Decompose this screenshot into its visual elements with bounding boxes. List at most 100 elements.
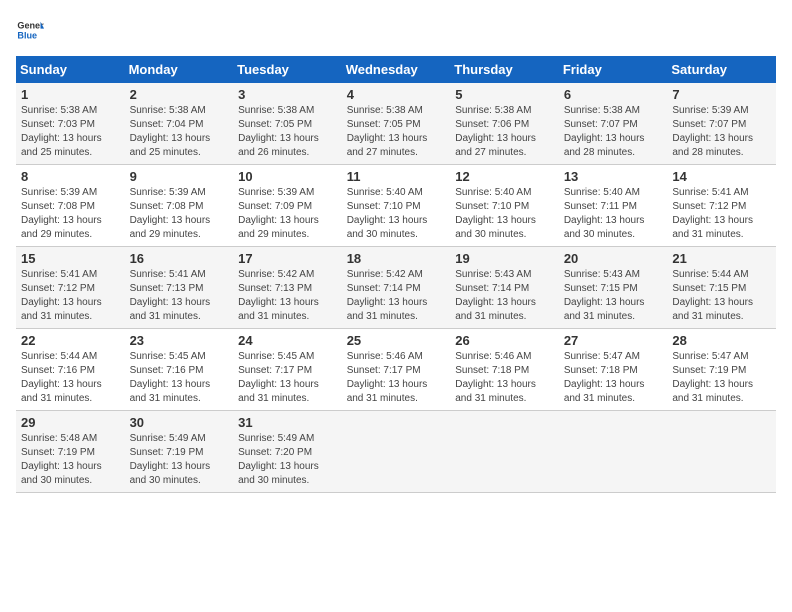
calendar-cell: 27 Sunrise: 5:47 AMSunset: 7:18 PMDayligh… (559, 329, 668, 411)
day-number: 9 (130, 169, 229, 184)
day-info: Sunrise: 5:49 AMSunset: 7:19 PMDaylight:… (130, 432, 229, 488)
day-info: Sunrise: 5:45 AMSunset: 7:17 PMDaylight:… (238, 350, 337, 406)
day-number: 18 (347, 251, 446, 266)
day-number: 26 (455, 333, 554, 348)
day-info: Sunrise: 5:38 AMSunset: 7:07 PMDaylight:… (564, 104, 663, 160)
day-info: Sunrise: 5:41 AMSunset: 7:12 PMDaylight:… (672, 186, 771, 242)
calendar-cell: 12 Sunrise: 5:40 AMSunset: 7:10 PMDayligh… (450, 165, 559, 247)
calendar-cell: 31Sunrise: 5:49 AMSunset: 7:20 PMDayligh… (233, 411, 342, 493)
day-info: Sunrise: 5:38 AMSunset: 7:03 PMDaylight:… (21, 104, 120, 160)
day-info: Sunrise: 5:41 AMSunset: 7:12 PMDaylight:… (21, 268, 120, 324)
svg-text:Blue: Blue (17, 30, 37, 40)
day-number: 22 (21, 333, 120, 348)
calendar-cell: 11 Sunrise: 5:40 AMSunset: 7:10 PMDayligh… (342, 165, 451, 247)
svg-text:General: General (17, 21, 44, 31)
day-number: 19 (455, 251, 554, 266)
day-number: 3 (238, 87, 337, 102)
weekday-header-row: SundayMondayTuesdayWednesdayThursdayFrid… (16, 56, 776, 83)
day-number: 8 (21, 169, 120, 184)
day-number: 27 (564, 333, 663, 348)
day-number: 25 (347, 333, 446, 348)
day-info: Sunrise: 5:44 AMSunset: 7:16 PMDaylight:… (21, 350, 120, 406)
page-container: General Blue SundayMondayTuesdayWednesda… (16, 16, 776, 493)
day-info: Sunrise: 5:39 AMSunset: 7:09 PMDaylight:… (238, 186, 337, 242)
calendar-cell: 29Sunrise: 5:48 AMSunset: 7:19 PMDayligh… (16, 411, 125, 493)
day-info: Sunrise: 5:42 AMSunset: 7:13 PMDaylight:… (238, 268, 337, 324)
day-number: 21 (672, 251, 771, 266)
calendar-cell (667, 411, 776, 493)
calendar-cell: 28Sunrise: 5:47 AMSunset: 7:19 PMDayligh… (667, 329, 776, 411)
weekday-header-sunday: Sunday (16, 56, 125, 83)
day-info: Sunrise: 5:40 AMSunset: 7:10 PMDaylight:… (347, 186, 446, 242)
day-info: Sunrise: 5:45 AMSunset: 7:16 PMDaylight:… (130, 350, 229, 406)
calendar-cell: 16 Sunrise: 5:41 AMSunset: 7:13 PMDayligh… (125, 247, 234, 329)
week-row-3: 15Sunrise: 5:41 AMSunset: 7:12 PMDayligh… (16, 247, 776, 329)
day-number: 23 (130, 333, 229, 348)
day-number: 2 (130, 87, 229, 102)
day-info: Sunrise: 5:41 AMSunset: 7:13 PMDaylight:… (130, 268, 229, 324)
logo: General Blue (16, 16, 44, 44)
day-number: 7 (672, 87, 771, 102)
day-info: Sunrise: 5:46 AMSunset: 7:18 PMDaylight:… (455, 350, 554, 406)
calendar-cell: 1 Sunrise: 5:38 AMSunset: 7:03 PMDaylight… (16, 83, 125, 165)
calendar-cell: 6 Sunrise: 5:38 AMSunset: 7:07 PMDaylight… (559, 83, 668, 165)
day-info: Sunrise: 5:47 AMSunset: 7:18 PMDaylight:… (564, 350, 663, 406)
day-number: 11 (347, 169, 446, 184)
day-info: Sunrise: 5:42 AMSunset: 7:14 PMDaylight:… (347, 268, 446, 324)
calendar-cell: 21Sunrise: 5:44 AMSunset: 7:15 PMDayligh… (667, 247, 776, 329)
day-number: 20 (564, 251, 663, 266)
day-info: Sunrise: 5:43 AMSunset: 7:14 PMDaylight:… (455, 268, 554, 324)
weekday-header-tuesday: Tuesday (233, 56, 342, 83)
day-info: Sunrise: 5:39 AMSunset: 7:08 PMDaylight:… (21, 186, 120, 242)
day-info: Sunrise: 5:47 AMSunset: 7:19 PMDaylight:… (672, 350, 771, 406)
weekday-header-monday: Monday (125, 56, 234, 83)
calendar-cell: 5Sunrise: 5:38 AMSunset: 7:06 PMDaylight… (450, 83, 559, 165)
calendar-cell: 25 Sunrise: 5:46 AMSunset: 7:17 PMDayligh… (342, 329, 451, 411)
day-info: Sunrise: 5:43 AMSunset: 7:15 PMDaylight:… (564, 268, 663, 324)
day-number: 4 (347, 87, 446, 102)
day-info: Sunrise: 5:38 AMSunset: 7:04 PMDaylight:… (130, 104, 229, 160)
day-number: 30 (130, 415, 229, 430)
weekday-header-thursday: Thursday (450, 56, 559, 83)
day-info: Sunrise: 5:38 AMSunset: 7:05 PMDaylight:… (347, 104, 446, 160)
calendar-cell: 10Sunrise: 5:39 AMSunset: 7:09 PMDayligh… (233, 165, 342, 247)
week-row-2: 8 Sunrise: 5:39 AMSunset: 7:08 PMDaylight… (16, 165, 776, 247)
day-info: Sunrise: 5:48 AMSunset: 7:19 PMDaylight:… (21, 432, 120, 488)
calendar-cell: 13 Sunrise: 5:40 AMSunset: 7:11 PMDayligh… (559, 165, 668, 247)
calendar-cell: 9Sunrise: 5:39 AMSunset: 7:08 PMDaylight… (125, 165, 234, 247)
week-row-5: 29Sunrise: 5:48 AMSunset: 7:19 PMDayligh… (16, 411, 776, 493)
day-number: 16 (130, 251, 229, 266)
day-number: 6 (564, 87, 663, 102)
calendar-cell: 20 Sunrise: 5:43 AMSunset: 7:15 PMDayligh… (559, 247, 668, 329)
weekday-header-saturday: Saturday (667, 56, 776, 83)
calendar-cell: 23 Sunrise: 5:45 AMSunset: 7:16 PMDayligh… (125, 329, 234, 411)
calendar-cell: 24 Sunrise: 5:45 AMSunset: 7:17 PMDayligh… (233, 329, 342, 411)
day-info: Sunrise: 5:46 AMSunset: 7:17 PMDaylight:… (347, 350, 446, 406)
day-info: Sunrise: 5:38 AMSunset: 7:06 PMDaylight:… (455, 104, 554, 160)
calendar-cell: 4 Sunrise: 5:38 AMSunset: 7:05 PMDaylight… (342, 83, 451, 165)
calendar-cell: 22 Sunrise: 5:44 AMSunset: 7:16 PMDayligh… (16, 329, 125, 411)
weekday-header-wednesday: Wednesday (342, 56, 451, 83)
day-info: Sunrise: 5:38 AMSunset: 7:05 PMDaylight:… (238, 104, 337, 160)
day-number: 14 (672, 169, 771, 184)
week-row-4: 22 Sunrise: 5:44 AMSunset: 7:16 PMDayligh… (16, 329, 776, 411)
day-info: Sunrise: 5:39 AMSunset: 7:07 PMDaylight:… (672, 104, 771, 160)
day-info: Sunrise: 5:40 AMSunset: 7:10 PMDaylight:… (455, 186, 554, 242)
calendar-cell: 3 Sunrise: 5:38 AMSunset: 7:05 PMDaylight… (233, 83, 342, 165)
day-number: 17 (238, 251, 337, 266)
day-number: 12 (455, 169, 554, 184)
calendar-cell (450, 411, 559, 493)
day-number: 31 (238, 415, 337, 430)
calendar-cell: 14 Sunrise: 5:41 AMSunset: 7:12 PMDayligh… (667, 165, 776, 247)
day-number: 1 (21, 87, 120, 102)
day-number: 13 (564, 169, 663, 184)
week-row-1: 1 Sunrise: 5:38 AMSunset: 7:03 PMDaylight… (16, 83, 776, 165)
calendar-cell: 7 Sunrise: 5:39 AMSunset: 7:07 PMDaylight… (667, 83, 776, 165)
calendar-cell: 17 Sunrise: 5:42 AMSunset: 7:13 PMDayligh… (233, 247, 342, 329)
calendar-cell: 19 Sunrise: 5:43 AMSunset: 7:14 PMDayligh… (450, 247, 559, 329)
day-info: Sunrise: 5:40 AMSunset: 7:11 PMDaylight:… (564, 186, 663, 242)
day-number: 24 (238, 333, 337, 348)
calendar-cell: 2 Sunrise: 5:38 AMSunset: 7:04 PMDaylight… (125, 83, 234, 165)
calendar-table: SundayMondayTuesdayWednesdayThursdayFrid… (16, 56, 776, 493)
calendar-cell: 8 Sunrise: 5:39 AMSunset: 7:08 PMDaylight… (16, 165, 125, 247)
